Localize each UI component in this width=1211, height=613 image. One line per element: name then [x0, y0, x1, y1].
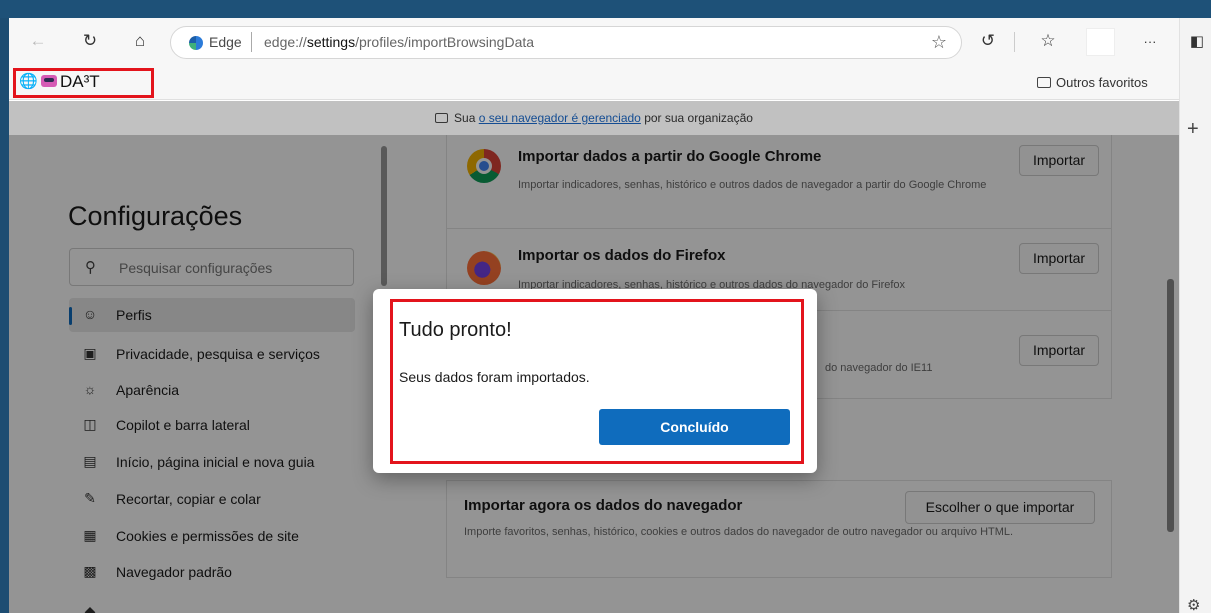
dialog-title: Tudo pronto! — [399, 319, 512, 341]
sidebar-toggle-icon[interactable]: ◧ — [1184, 28, 1210, 54]
address-url[interactable]: edge://settings/profiles/importBrowsingD… — [264, 34, 534, 50]
browser-sidebar-strip: ◧ — [1179, 18, 1211, 613]
favorites-icon[interactable]: ☆ — [1035, 28, 1061, 54]
star-icon[interactable]: ☆ — [931, 32, 947, 53]
address-separator — [251, 32, 252, 52]
more-options-icon[interactable]: ··· — [1137, 28, 1163, 54]
other-favorites[interactable]: Outros favoritos — [1037, 75, 1148, 90]
dialog-message: Seus dados foram importados. — [399, 369, 590, 385]
globe-icon[interactable]: 🌐 — [19, 72, 38, 90]
home-icon[interactable]: ⌂ — [127, 28, 153, 54]
folder-icon — [1037, 77, 1051, 88]
favorites-bar: 🌐 DA³T Outros favoritos — [9, 66, 1179, 100]
gear-icon[interactable]: ⚙ — [1187, 596, 1200, 613]
edge-logo-icon — [189, 36, 203, 50]
settings-page: Sua o seu navegador é gerenciado por sua… — [9, 101, 1179, 613]
add-icon[interactable]: + — [1187, 118, 1199, 141]
address-brand: Edge — [209, 34, 242, 50]
browser-window: ← ↻ ⌂ Edge edge://settings/profiles/impo… — [9, 18, 1211, 613]
window-title-bar — [0, 0, 1211, 18]
profile-avatar[interactable] — [1086, 28, 1115, 56]
copilot-icon[interactable]: ↺ — [975, 28, 1001, 54]
import-complete-dialog: Tudo pronto! Seus dados foram importados… — [373, 289, 817, 473]
favorite-item-label[interactable]: DA³T — [60, 72, 100, 92]
browser-toolbar: ← ↻ ⌂ Edge edge://settings/profiles/impo… — [9, 18, 1179, 66]
other-favorites-label: Outros favoritos — [1056, 75, 1148, 90]
robot-icon[interactable] — [41, 75, 57, 87]
url-prefix: edge:// — [264, 34, 307, 50]
url-bold: settings — [306, 34, 356, 50]
refresh-icon[interactable]: ↻ — [77, 28, 103, 54]
url-rest: /profiles/importBrowsingData — [355, 34, 535, 50]
address-bar[interactable]: Edge edge://settings/profiles/importBrow… — [170, 26, 962, 59]
back-icon[interactable]: ← — [25, 28, 51, 54]
toolbar-divider — [1014, 32, 1015, 52]
done-button[interactable]: Concluído — [599, 409, 790, 445]
overlay-banner-dim — [9, 101, 1179, 135]
